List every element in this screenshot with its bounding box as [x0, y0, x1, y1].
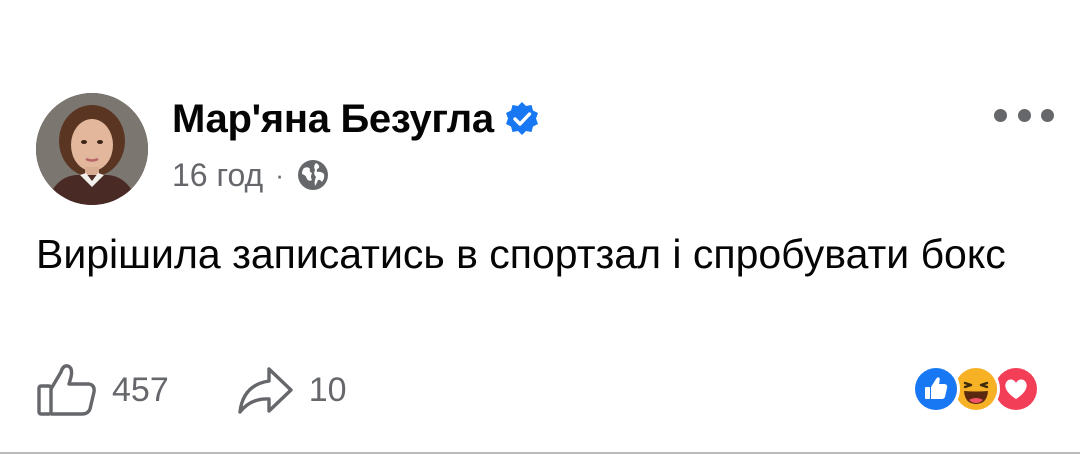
post-card: Мар'яна Безугла 16 год · Вирішила записа…: [0, 0, 1080, 454]
post-meta: 16 год ·: [172, 155, 330, 195]
author-row: Мар'яна Безугла: [172, 96, 540, 142]
more-options-button[interactable]: [994, 100, 1054, 130]
more-dot: [1041, 108, 1054, 122]
thumbs-up-icon: [37, 364, 96, 416]
post-text: Вирішила записатись в спортзал і спробув…: [36, 231, 1006, 277]
globe-icon[interactable]: [296, 158, 330, 192]
more-dot: [1017, 108, 1031, 122]
verified-badge-icon: [504, 101, 540, 137]
like-reaction-icon: [912, 365, 960, 413]
more-dot: [994, 108, 1007, 122]
share-arrow-icon: [238, 367, 293, 414]
author-name[interactable]: Мар'яна Безугла: [172, 96, 494, 142]
share-count: 10: [308, 370, 347, 409]
share-button[interactable]: 10: [235, 363, 347, 417]
avatar-image: [36, 93, 148, 205]
like-button[interactable]: 457: [36, 362, 169, 418]
like-count: 457: [112, 370, 169, 409]
post-timestamp[interactable]: 16 год: [172, 155, 263, 195]
action-bar: 457 10: [36, 362, 347, 418]
author-avatar[interactable]: [36, 93, 148, 205]
reactions-summary[interactable]: [912, 365, 1052, 415]
meta-separator: ·: [275, 160, 284, 190]
